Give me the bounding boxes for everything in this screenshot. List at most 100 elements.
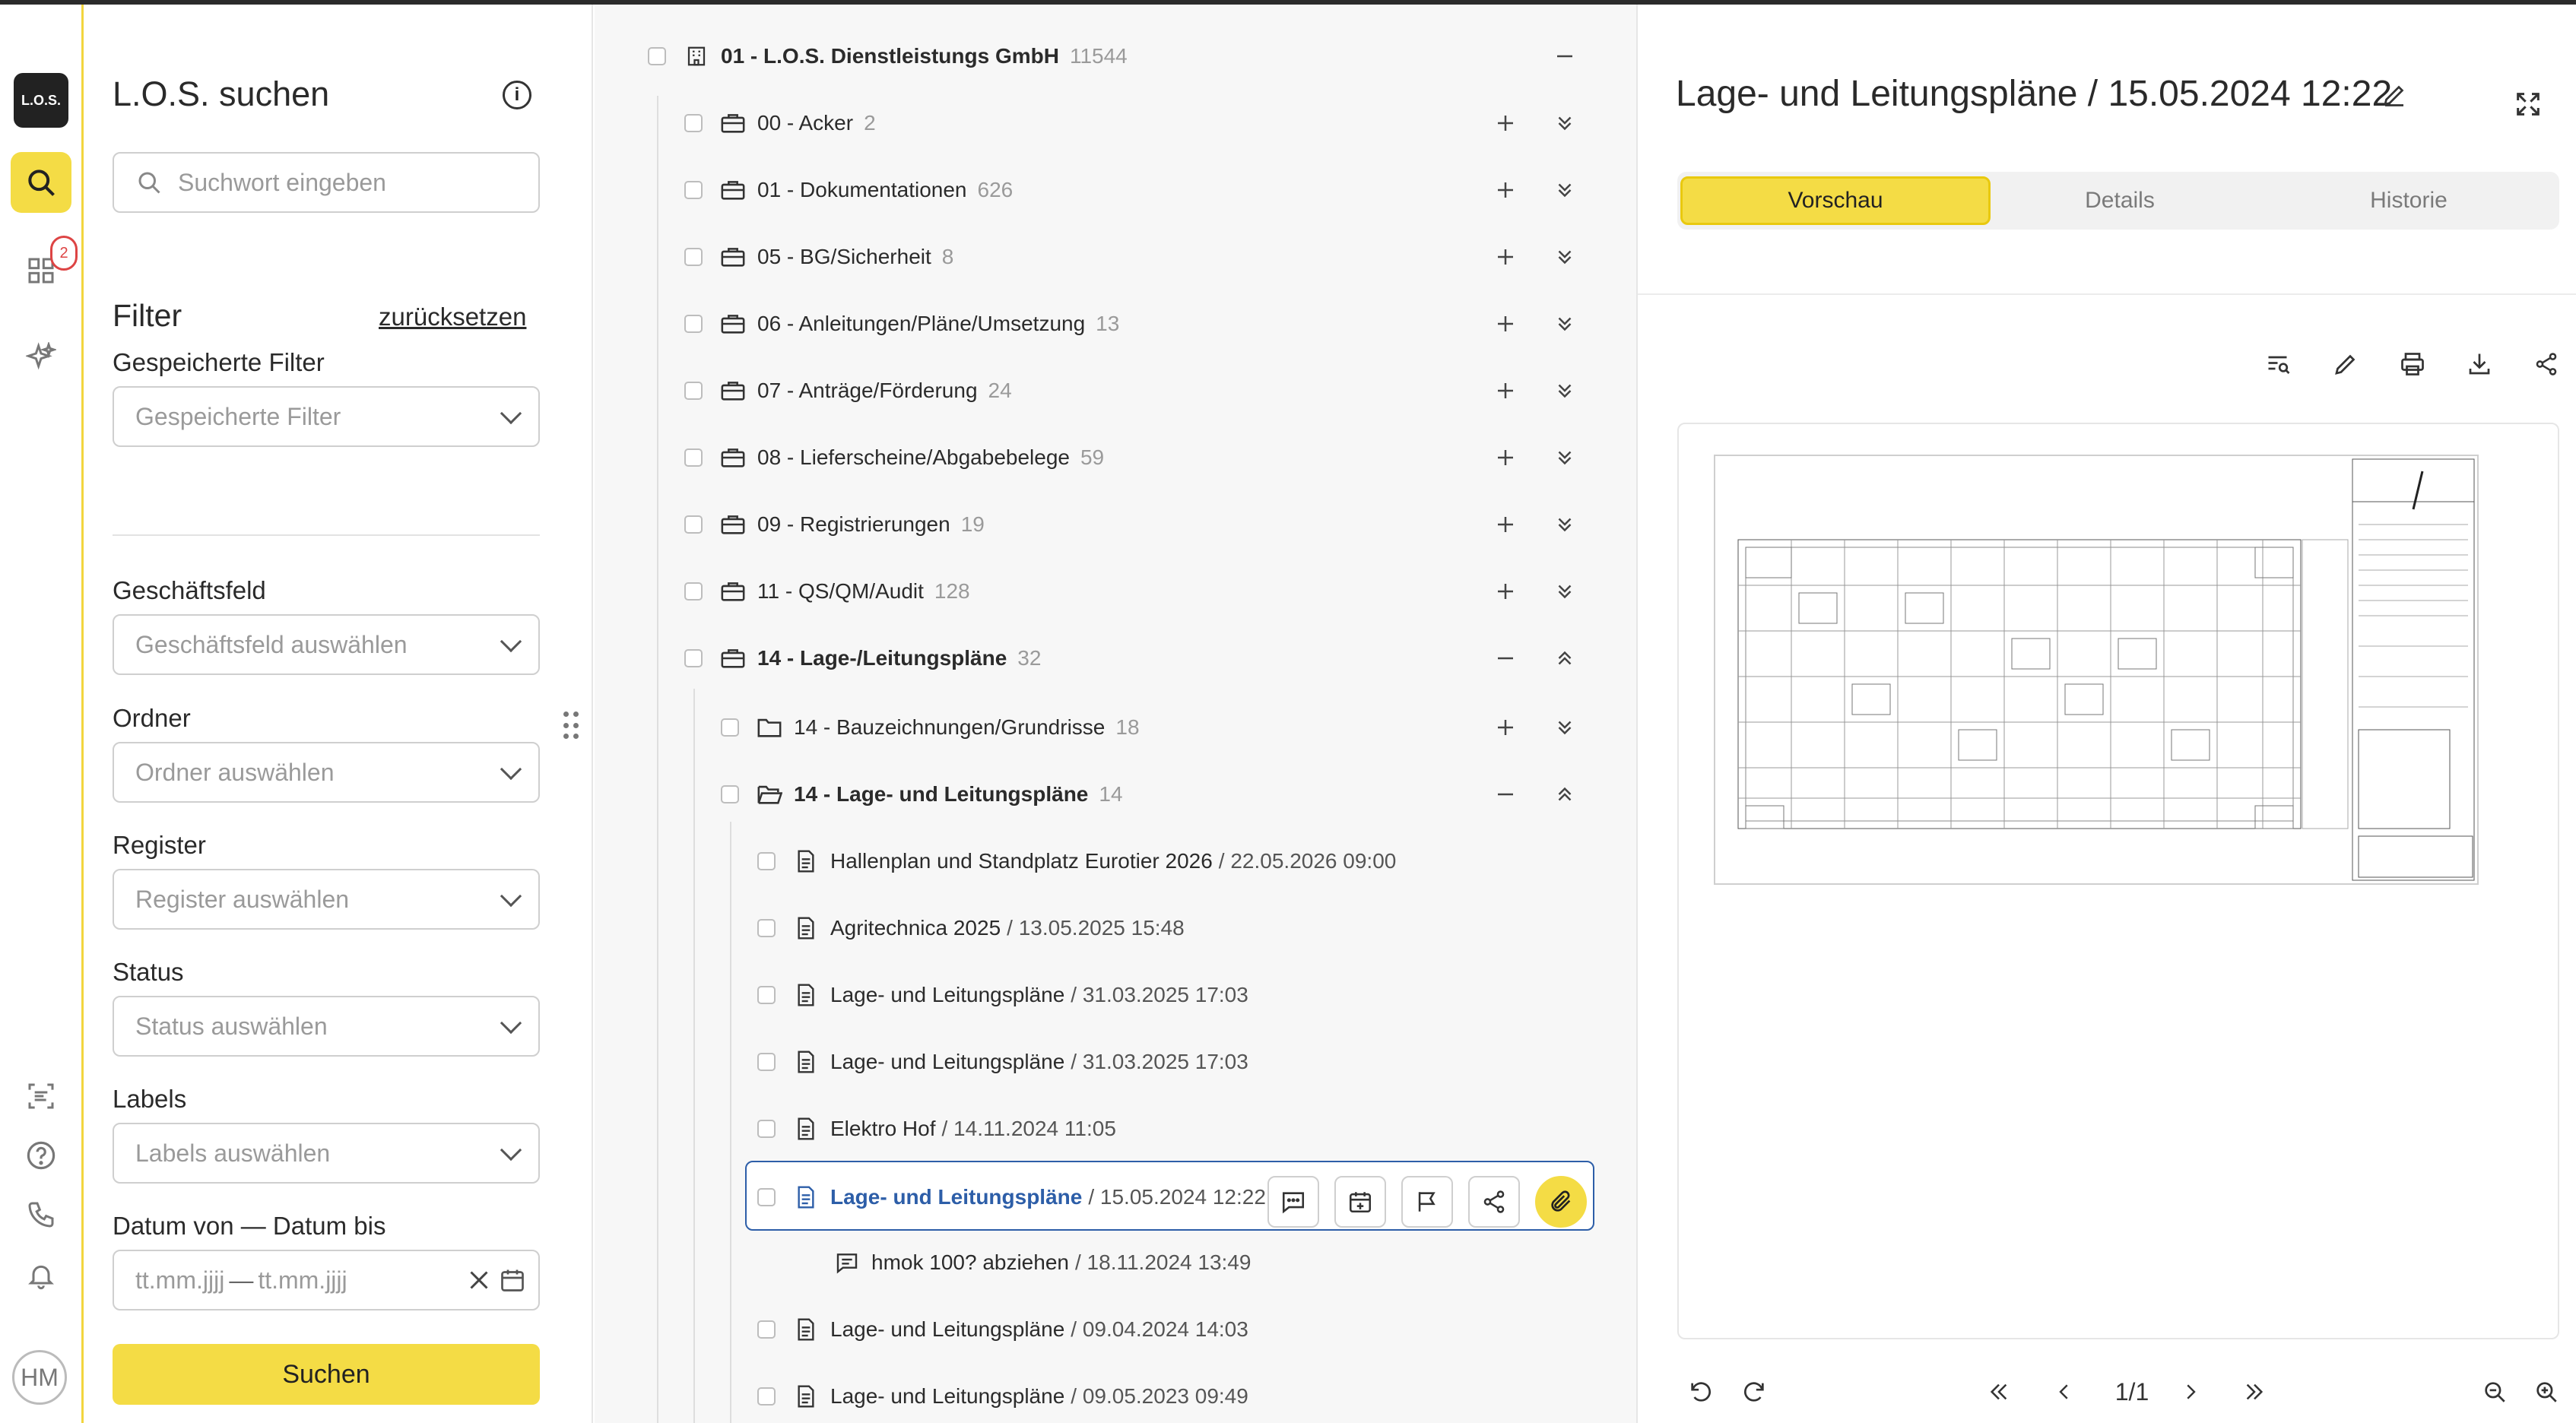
status-select[interactable]: Status auswählen [113, 996, 540, 1057]
document-row[interactable]: Agritechnica 2025/ 13.05.2025 15:48 [757, 905, 1185, 951]
register-row[interactable]: 09 - Registrierungen 19 [684, 502, 985, 547]
register-row[interactable]: 01 - Dokumentationen 626 [684, 167, 1013, 213]
add-icon[interactable] [1486, 572, 1524, 610]
collapse-icon[interactable] [1486, 639, 1524, 677]
row-checkbox[interactable] [757, 852, 776, 870]
expand-all-icon[interactable] [1546, 104, 1584, 142]
previous-page-icon[interactable] [2045, 1373, 2083, 1411]
labels-select[interactable]: Labels auswählen [113, 1123, 540, 1184]
scan-text-icon[interactable] [11, 1066, 71, 1127]
row-checkbox[interactable] [757, 1120, 776, 1138]
add-icon[interactable] [1486, 104, 1524, 142]
row-checkbox[interactable] [684, 448, 703, 467]
document-row[interactable]: Lage- und Leitungspläne / 31.03.2025 17:0… [757, 1039, 1248, 1085]
document-row[interactable]: Lage- und Leitungspläne/ 09.05.2023 09:4… [757, 1374, 1248, 1419]
row-checkbox[interactable] [757, 1188, 776, 1206]
text-search-icon[interactable] [2260, 345, 2298, 383]
expand-all-icon[interactable] [1546, 372, 1584, 410]
user-avatar[interactable]: HM [12, 1350, 67, 1405]
business-field-select[interactable]: Geschäftsfeld auswählen [113, 614, 540, 675]
document-row[interactable]: Lage- und Leitungspläne/ 09.04.2024 14:0… [757, 1307, 1248, 1352]
saved-filters-select[interactable]: Gespeicherte Filter [113, 386, 540, 447]
row-checkbox[interactable] [757, 1320, 776, 1339]
tree-root-row[interactable]: 01 - L.O.S. Dienstleistungs GmbH 11544 [648, 33, 1128, 79]
add-date-button[interactable] [1334, 1176, 1386, 1228]
register-select[interactable]: Register auswählen [113, 869, 540, 930]
date-range-input[interactable]: tt.mm.jjjj — tt.mm.jjjj [113, 1250, 540, 1310]
collapse-all-icon[interactable] [1546, 775, 1584, 813]
flag-button[interactable] [1401, 1176, 1453, 1228]
reset-filter-link[interactable]: zurücksetzen [379, 303, 526, 331]
add-icon[interactable] [1486, 708, 1524, 746]
comment-row[interactable]: hmok 100? abziehen / 18.11.2024 13:49 [833, 1240, 1251, 1285]
row-checkbox[interactable] [757, 986, 776, 1004]
add-icon[interactable] [1486, 505, 1524, 544]
row-checkbox[interactable] [684, 649, 703, 667]
row-checkbox[interactable] [648, 47, 666, 65]
zoom-out-icon[interactable] [2476, 1373, 2514, 1411]
register-row[interactable]: 06 - Anleitungen/Pläne/Umsetzung 13 [684, 301, 1119, 347]
rotate-right-icon[interactable] [1735, 1373, 1773, 1411]
folder-select[interactable]: Ordner auswählen [113, 742, 540, 803]
row-checkbox[interactable] [721, 785, 739, 803]
search-nav-icon[interactable] [11, 152, 71, 213]
expand-all-icon[interactable] [1546, 238, 1584, 276]
register-row[interactable]: 00 - Acker 2 [684, 100, 876, 146]
expand-all-icon[interactable] [1546, 439, 1584, 477]
last-page-icon[interactable] [2235, 1373, 2273, 1411]
add-icon[interactable] [1486, 238, 1524, 276]
attachment-button[interactable] [1535, 1176, 1587, 1228]
row-checkbox[interactable] [721, 718, 739, 737]
app-logo[interactable]: L.O.S. [14, 73, 68, 128]
tab-preview[interactable]: Vorschau [1680, 176, 1991, 225]
document-row[interactable]: Hallenplan und Standplatz Eurotier 2026/… [757, 838, 1396, 884]
selected-document-row[interactable]: Lage- und Leitungspläne / 15.05.2024 12:… [745, 1161, 1594, 1231]
row-checkbox[interactable] [757, 919, 776, 937]
fullscreen-icon[interactable] [2509, 85, 2547, 123]
zoom-in-icon[interactable] [2527, 1373, 2565, 1411]
expand-all-icon[interactable] [1546, 305, 1584, 343]
annotate-icon[interactable] [2327, 345, 2365, 383]
clear-date-icon[interactable] [465, 1266, 493, 1294]
next-page-icon[interactable] [2172, 1373, 2210, 1411]
document-viewer[interactable] [1677, 423, 2559, 1339]
register-row[interactable]: 07 - Anträge/Förderung 24 [684, 368, 1012, 414]
tab-history[interactable]: Historie [2263, 176, 2555, 225]
search-button[interactable]: Suchen [113, 1344, 540, 1405]
keyword-search-input[interactable]: Suchwort eingeben [113, 152, 540, 213]
collapse-icon[interactable] [1546, 37, 1584, 75]
tab-details[interactable]: Details [1981, 176, 2258, 225]
add-icon[interactable] [1486, 171, 1524, 209]
bell-icon[interactable] [11, 1245, 71, 1306]
register-row[interactable]: 08 - Lieferscheine/Abgabebelege 59 [684, 435, 1104, 480]
row-checkbox[interactable] [684, 582, 703, 601]
row-checkbox[interactable] [684, 114, 703, 132]
add-icon[interactable] [1486, 439, 1524, 477]
calendar-icon[interactable] [499, 1266, 526, 1294]
share-icon[interactable] [2527, 345, 2565, 383]
download-icon[interactable] [2460, 345, 2498, 383]
comment-button[interactable] [1267, 1176, 1319, 1228]
document-row[interactable]: Elektro Hof/ 14.11.2024 11:05 [757, 1106, 1116, 1152]
row-checkbox[interactable] [757, 1053, 776, 1071]
row-checkbox[interactable] [684, 382, 703, 400]
sparkle-ai-icon[interactable] [11, 327, 71, 388]
expand-all-icon[interactable] [1546, 171, 1584, 209]
row-checkbox[interactable] [757, 1387, 776, 1406]
phone-icon[interactable] [11, 1184, 71, 1245]
row-checkbox[interactable] [684, 315, 703, 333]
add-icon[interactable] [1486, 305, 1524, 343]
row-checkbox[interactable] [684, 515, 703, 534]
register-row[interactable]: 11 - QS/QM/Audit 128 [684, 569, 970, 614]
expand-all-icon[interactable] [1546, 708, 1584, 746]
collapse-icon[interactable] [1486, 775, 1524, 813]
row-checkbox[interactable] [684, 248, 703, 266]
help-icon[interactable] [11, 1125, 71, 1186]
resize-handle[interactable] [563, 712, 580, 742]
add-icon[interactable] [1486, 372, 1524, 410]
register-row[interactable]: 05 - BG/Sicherheit 8 [684, 234, 953, 280]
expand-all-icon[interactable] [1546, 572, 1584, 610]
row-checkbox[interactable] [684, 181, 703, 199]
edit-title-icon[interactable] [2375, 76, 2413, 114]
expand-all-icon[interactable] [1546, 505, 1584, 544]
